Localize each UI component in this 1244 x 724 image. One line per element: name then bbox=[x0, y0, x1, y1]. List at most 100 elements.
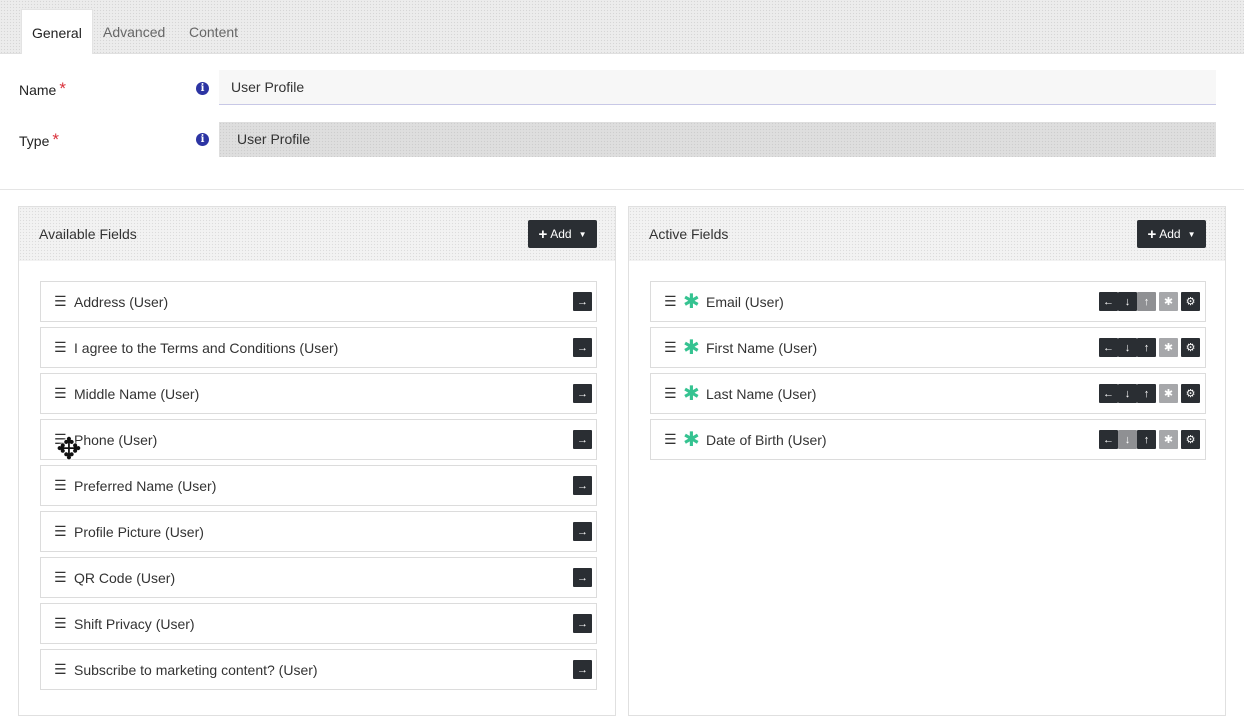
drag-handle-icon[interactable]: ☰ bbox=[54, 661, 67, 678]
add-button-label: Add bbox=[550, 227, 572, 241]
arrow-down-icon[interactable]: ↓ bbox=[1118, 430, 1137, 449]
asterisk-icon: ✱ bbox=[683, 337, 700, 359]
gear-icon[interactable]: ⚙ bbox=[1181, 292, 1200, 311]
type-field: User Profile bbox=[219, 122, 1216, 157]
available-field-row[interactable]: ☰ Shift Privacy (User) → bbox=[40, 603, 597, 644]
available-fields-header: Available Fields + Add ▼ bbox=[19, 207, 615, 261]
field-label: Middle Name (User) bbox=[74, 385, 200, 402]
arrow-up-icon[interactable]: ↑ bbox=[1137, 292, 1156, 311]
available-fields-panel: Available Fields + Add ▼ ☰ Address (User… bbox=[18, 206, 616, 716]
arrow-right-icon[interactable]: → bbox=[573, 660, 592, 679]
active-fields-header: Active Fields + Add ▼ bbox=[629, 207, 1225, 261]
type-label: Type * bbox=[19, 130, 59, 151]
arrow-right-icon[interactable]: → bbox=[573, 476, 592, 495]
drag-handle-icon[interactable]: ☰ bbox=[54, 477, 67, 494]
available-field-row[interactable]: ☰ Address (User) → bbox=[40, 281, 597, 322]
field-label: Profile Picture (User) bbox=[74, 523, 204, 540]
available-field-row[interactable]: ☰ Preferred Name (User) → bbox=[40, 465, 597, 506]
drag-handle-icon[interactable]: ☰ bbox=[664, 339, 677, 356]
plus-icon: + bbox=[1147, 225, 1157, 243]
asterisk-icon: ✱ bbox=[683, 291, 700, 313]
field-label: First Name (User) bbox=[706, 339, 818, 356]
arrow-up-icon[interactable]: ↑ bbox=[1137, 384, 1156, 403]
active-add-button[interactable]: + Add ▼ bbox=[1137, 220, 1206, 248]
available-field-row[interactable]: ☰ QR Code (User) → bbox=[40, 557, 597, 598]
tab-advanced[interactable]: Advanced bbox=[93, 9, 175, 55]
tab-bar: General Advanced Content bbox=[0, 0, 1244, 55]
asterisk-icon[interactable]: ✱ bbox=[1159, 338, 1178, 357]
arrow-left-icon[interactable]: ← bbox=[1099, 292, 1118, 311]
field-label: Subscribe to marketing content? (User) bbox=[74, 661, 318, 678]
required-marker: * bbox=[52, 130, 59, 149]
caret-down-icon: ▼ bbox=[578, 229, 587, 239]
caret-down-icon: ▼ bbox=[1187, 229, 1196, 239]
asterisk-icon[interactable]: ✱ bbox=[1159, 430, 1178, 449]
field-label: Address (User) bbox=[74, 293, 169, 310]
drag-handle-icon[interactable]: ☰ bbox=[54, 569, 67, 586]
field-label: Last Name (User) bbox=[706, 385, 817, 402]
available-field-row[interactable]: ☰ Profile Picture (User) → bbox=[40, 511, 597, 552]
field-label: QR Code (User) bbox=[74, 569, 176, 586]
asterisk-icon: ✱ bbox=[683, 383, 700, 405]
drag-handle-icon[interactable]: ☰ bbox=[664, 293, 677, 310]
name-label-text: Name bbox=[19, 82, 57, 98]
general-form: Name * i User Profile Type * i User Profil… bbox=[0, 54, 1244, 190]
drag-handle-icon[interactable]: ☰ bbox=[54, 339, 67, 356]
arrow-left-icon[interactable]: ← bbox=[1099, 430, 1118, 449]
arrow-right-icon[interactable]: → bbox=[573, 384, 592, 403]
field-label: Preferred Name (User) bbox=[74, 477, 217, 494]
arrow-left-icon[interactable]: ← bbox=[1099, 384, 1118, 403]
drag-handle-icon[interactable]: ☰ bbox=[664, 385, 677, 402]
arrow-right-icon[interactable]: → bbox=[573, 292, 592, 311]
tab-general[interactable]: General bbox=[21, 9, 93, 55]
asterisk-icon[interactable]: ✱ bbox=[1159, 292, 1178, 311]
arrow-right-icon[interactable]: → bbox=[573, 614, 592, 633]
field-label: I agree to the Terms and Conditions (Use… bbox=[74, 339, 339, 356]
available-field-row[interactable]: ☰ Middle Name (User) → bbox=[40, 373, 597, 414]
available-field-row[interactable]: ☰ I agree to the Terms and Conditions (U… bbox=[40, 327, 597, 368]
plus-icon: + bbox=[538, 225, 548, 243]
available-fields-title: Available Fields bbox=[39, 226, 137, 242]
active-field-row[interactable]: ☰ ✱ First Name (User) ← ↓ ↑ ✱ ⚙ bbox=[650, 327, 1206, 368]
name-field[interactable]: User Profile bbox=[219, 70, 1216, 105]
arrow-up-icon[interactable]: ↑ bbox=[1137, 338, 1156, 357]
asterisk-icon[interactable]: ✱ bbox=[1159, 384, 1178, 403]
gear-icon[interactable]: ⚙ bbox=[1181, 430, 1200, 449]
field-label: Phone (User) bbox=[74, 431, 158, 448]
active-field-row[interactable]: ☰ ✱ Email (User) ← ↓ ↑ ✱ ⚙ bbox=[650, 281, 1206, 322]
arrow-right-icon[interactable]: → bbox=[573, 568, 592, 587]
drag-handle-icon[interactable]: ☰ bbox=[54, 615, 67, 632]
name-label: Name * bbox=[19, 79, 66, 100]
arrow-right-icon[interactable]: → bbox=[573, 430, 592, 449]
available-field-row[interactable]: ☰ Phone (User) → bbox=[40, 419, 597, 460]
arrow-right-icon[interactable]: → bbox=[573, 338, 592, 357]
gear-icon[interactable]: ⚙ bbox=[1181, 338, 1200, 357]
active-field-row[interactable]: ☰ ✱ Last Name (User) ← ↓ ↑ ✱ ⚙ bbox=[650, 373, 1206, 414]
arrow-right-icon[interactable]: → bbox=[573, 522, 592, 541]
info-icon[interactable]: i bbox=[196, 133, 209, 146]
arrow-down-icon[interactable]: ↓ bbox=[1118, 338, 1137, 357]
active-fields-title: Active Fields bbox=[649, 226, 729, 242]
tab-content[interactable]: Content bbox=[179, 9, 248, 55]
arrow-up-icon[interactable]: ↑ bbox=[1137, 430, 1156, 449]
available-add-button[interactable]: + Add ▼ bbox=[528, 220, 597, 248]
asterisk-icon: ✱ bbox=[683, 429, 700, 451]
arrow-left-icon[interactable]: ← bbox=[1099, 338, 1118, 357]
field-label: Shift Privacy (User) bbox=[74, 615, 195, 632]
type-label-text: Type bbox=[19, 133, 50, 149]
field-label: Email (User) bbox=[706, 293, 784, 310]
arrow-down-icon[interactable]: ↓ bbox=[1118, 292, 1137, 311]
active-fields-panel: Active Fields + Add ▼ ☰ ✱ Email (User) ←… bbox=[628, 206, 1226, 716]
info-icon[interactable]: i bbox=[196, 82, 209, 95]
drag-handle-icon[interactable]: ☰ bbox=[664, 431, 677, 448]
arrow-down-icon[interactable]: ↓ bbox=[1118, 384, 1137, 403]
drag-handle-icon[interactable]: ☰ bbox=[54, 431, 67, 448]
available-field-row[interactable]: ☰ Subscribe to marketing content? (User)… bbox=[40, 649, 597, 690]
drag-handle-icon[interactable]: ☰ bbox=[54, 293, 67, 310]
drag-handle-icon[interactable]: ☰ bbox=[54, 385, 67, 402]
field-label: Date of Birth (User) bbox=[706, 431, 827, 448]
active-field-row[interactable]: ☰ ✱ Date of Birth (User) ← ↓ ↑ ✱ ⚙ bbox=[650, 419, 1206, 460]
add-button-label: Add bbox=[1159, 227, 1181, 241]
gear-icon[interactable]: ⚙ bbox=[1181, 384, 1200, 403]
drag-handle-icon[interactable]: ☰ bbox=[54, 523, 67, 540]
